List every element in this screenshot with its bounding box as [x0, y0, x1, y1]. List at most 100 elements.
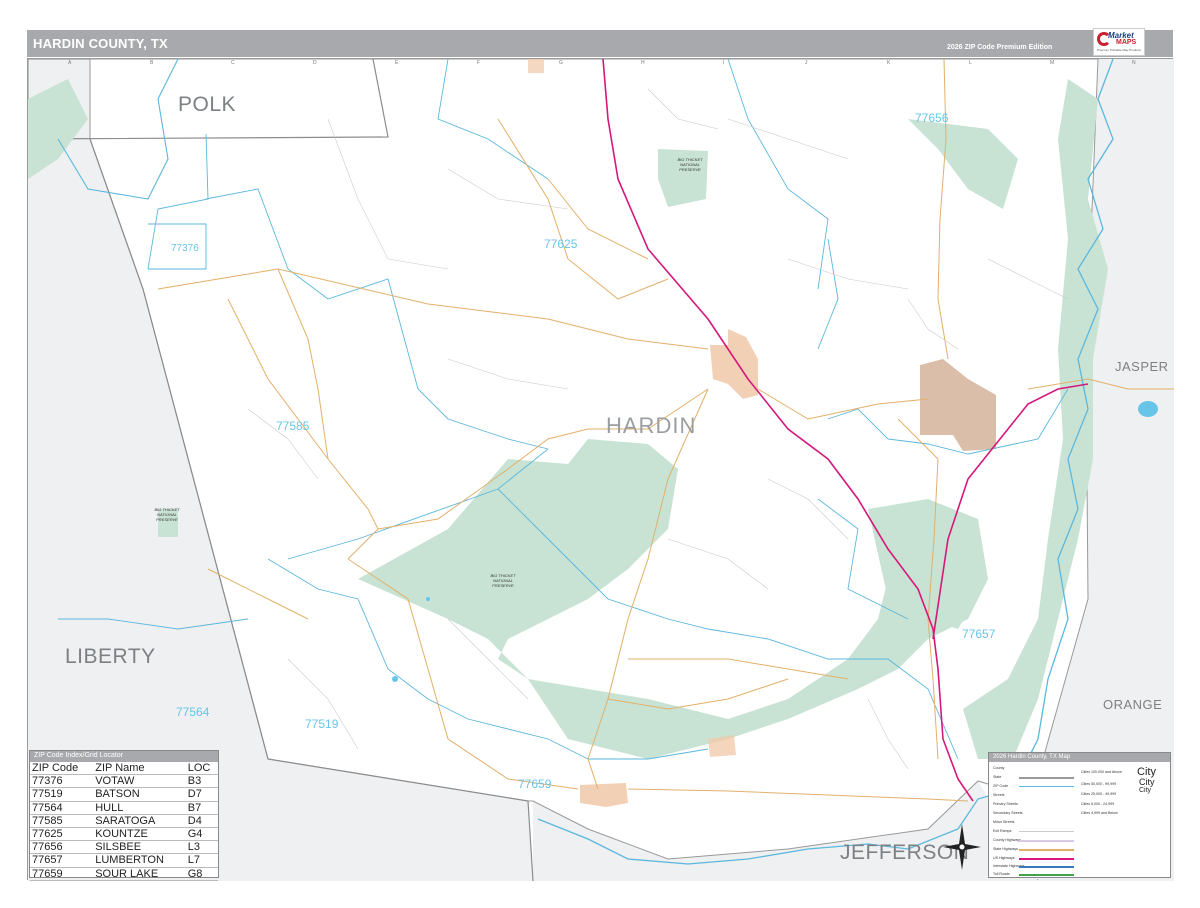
- county-label-orange: ORANGE: [1103, 697, 1163, 712]
- grid-letter-m: M: [1050, 60, 1055, 66]
- legend-item-county-hwy: County Highways: [993, 838, 1021, 842]
- table-row: 77656 SILSBEE L3: [30, 841, 218, 854]
- lake-1: [392, 676, 398, 682]
- zip-code-cell: 77564: [32, 801, 63, 814]
- legend-swatch-county-hwy: [1019, 840, 1074, 842]
- grid-letter-b: B: [150, 60, 154, 66]
- col-loc: LOC: [187, 762, 211, 774]
- table-row: 77657 LUMBERTON L7: [30, 854, 218, 868]
- map-header: HARDIN COUNTY, TX 2026 ZIP Code Premium …: [27, 30, 1173, 57]
- grid-letter-e: E: [395, 60, 399, 66]
- zip-label-77376: 77376: [171, 243, 199, 254]
- zip-name-cell: SOUR LAKE: [95, 867, 159, 880]
- legend-item-streets: Streets: [993, 793, 1005, 797]
- loc-cell: G8: [187, 867, 203, 880]
- legend-item-toll: Toll Roads: [993, 872, 1010, 876]
- grid-letter-k: K: [887, 60, 891, 66]
- north-arrow-icon: [943, 824, 981, 870]
- preserve-label-west: BIG THICKET NATIONAL PRESERVE: [154, 507, 180, 522]
- zip-index-header-row: ZIP Code ZIP Name LOC: [30, 762, 218, 775]
- zip-name-cell: KOUNTZE: [95, 828, 148, 841]
- zip-index-heading: ZIP Code Index/Grid Locator: [30, 751, 218, 762]
- zip-code-cell: 77659: [32, 867, 63, 880]
- legend-heading: 2026 Hardin County, TX Map: [989, 753, 1170, 762]
- legend-swatch-zip: [1019, 786, 1074, 787]
- zip-label-77564: 77564: [176, 705, 210, 719]
- legend-swatch-exit: [1019, 831, 1074, 832]
- sour-lake-city: [580, 783, 628, 807]
- zip-label-77585: 77585: [276, 419, 310, 433]
- logo-tagline: Premium Printable Map Products: [1097, 48, 1142, 52]
- zip-index-table: ZIP Code ZIP Name LOC 77376 VOTAW B3 77519…: [30, 762, 218, 881]
- preserve-label-north: BIG THICKET NATIONAL PRESERVE: [677, 157, 703, 172]
- preserve-label-central: BIG THICKET NATIONAL PRESERVE: [490, 573, 516, 588]
- legend-item-us-hwy: US Highways: [993, 856, 1015, 860]
- legend-pop-class-5: Cities 4,999 and Below: [1081, 811, 1118, 815]
- grid-letter-l: L: [969, 60, 972, 66]
- edition-label: 2026 ZIP Code Premium Edition: [947, 44, 1053, 51]
- logo-brand-bottom: MAPS: [1116, 39, 1137, 46]
- loc-cell: D4: [187, 814, 202, 827]
- loc-cell: L3: [187, 841, 200, 854]
- zip-code-cell: 77585: [32, 814, 63, 827]
- legend-swatch-toll: [1019, 874, 1074, 876]
- grid-letter-h: H: [641, 60, 645, 66]
- table-row: 77564 HULL B7: [30, 801, 218, 815]
- zip-label-77657: 77657: [962, 627, 996, 641]
- grid-letter-j: J: [805, 60, 808, 66]
- lake-2: [426, 597, 430, 601]
- zip-name-cell: SILSBEE: [95, 841, 142, 854]
- market-maps-logo: Market MAPS Premium Printable Map Produc…: [1093, 28, 1145, 56]
- map-legend-panel: 2026 Hardin County, TX Map County State …: [988, 752, 1171, 878]
- loc-cell: B7: [187, 801, 202, 814]
- grid-letter-a: A: [68, 60, 72, 66]
- map-title: HARDIN COUNTY, TX: [33, 36, 168, 51]
- zip-name-cell: HULL: [95, 801, 124, 814]
- legend-item-county: County: [993, 766, 1005, 770]
- zip-code-cell: 77656: [32, 841, 63, 854]
- table-row: 77376 VOTAW B3: [30, 775, 218, 788]
- jasper-county-area: [1086, 59, 1174, 599]
- legend-item-state: State: [993, 775, 1002, 779]
- table-row: 77625 KOUNTZE G4: [30, 828, 218, 841]
- legend-city-sample-medium: City: [1139, 777, 1155, 787]
- legend-item-minor: Minor Streets: [993, 820, 1015, 824]
- table-row: 77519 BATSON D7: [30, 788, 218, 802]
- legend-item-state-hwy: State Highways: [993, 847, 1018, 851]
- legend-pop-class-3: Cities 25,000 - 49,999: [1081, 792, 1117, 796]
- legend-pop-class-2: Cities 50,000 - 99,999: [1081, 782, 1117, 786]
- col-zip-code: ZIP Code: [32, 762, 79, 774]
- zip-name-cell: BATSON: [95, 788, 140, 801]
- county-label-hardin: HARDIN: [606, 413, 697, 438]
- loc-cell: D7: [187, 788, 202, 801]
- zip-code-cell: 77625: [32, 828, 63, 841]
- grid-letter-f: F: [477, 60, 481, 66]
- zip-label-77625: 77625: [544, 237, 578, 251]
- zip-label-77656: 77656: [915, 111, 949, 125]
- legend-pop-class-4: Cities 5,000 - 24,999: [1081, 802, 1115, 806]
- zip-code-cell: 77376: [32, 775, 63, 788]
- county-label-liberty: LIBERTY: [65, 645, 156, 668]
- grid-letter-d: D: [313, 60, 317, 66]
- county-label-jasper: JASPER: [1115, 359, 1169, 374]
- table-row: 77659 SOUR LAKE G8: [30, 867, 218, 881]
- grid-letter-i: I: [723, 60, 725, 66]
- col-zip-name: ZIP Name: [95, 762, 145, 774]
- zip-code-cell: 77657: [32, 854, 63, 867]
- zip-name-cell: SARATOGA: [95, 814, 156, 827]
- grid-letter-n: N: [1132, 60, 1136, 66]
- zip-code-cell: 77519: [32, 788, 63, 801]
- legend-item-secondary: Secondary Streets: [993, 811, 1023, 815]
- table-row: 77585 SARATOGA D4: [30, 814, 218, 828]
- loc-cell: B3: [187, 775, 202, 788]
- legend-item-primary: Primary Streets: [993, 802, 1018, 806]
- zip-label-77519: 77519: [305, 717, 339, 731]
- legend-pop-class-1: Cities 100,000 and Above: [1081, 770, 1122, 774]
- grid-letter-c: C: [231, 60, 235, 66]
- legend-item-exit: Exit Ramps: [993, 829, 1012, 833]
- loc-cell: L7: [187, 854, 200, 867]
- legend-city-sample-small: City: [1139, 787, 1152, 794]
- lake-jasper: [1138, 401, 1158, 417]
- legend-item-zip: ZIP Code: [993, 784, 1009, 788]
- zip-index-panel: ZIP Code Index/Grid Locator ZIP Code ZIP…: [29, 750, 219, 881]
